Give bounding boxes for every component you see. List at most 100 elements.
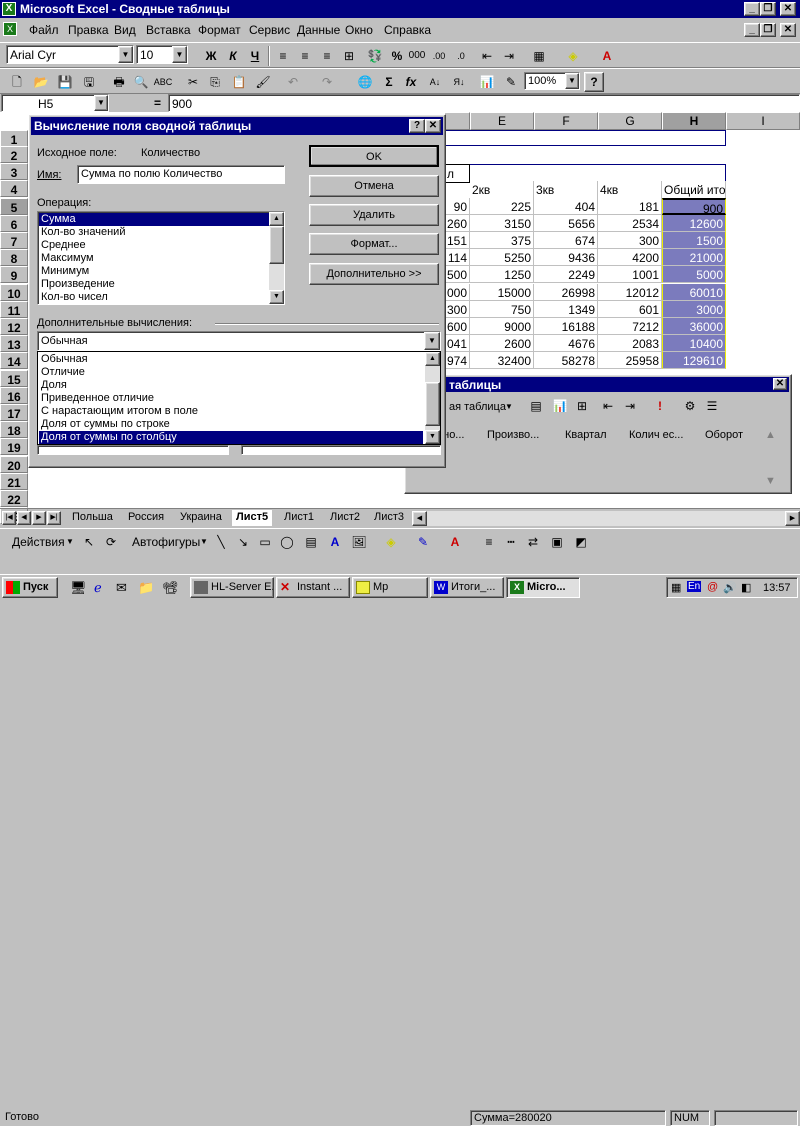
row-header-13[interactable]: 13 (0, 335, 28, 353)
chart-wizard-icon[interactable]: 📊 (476, 71, 498, 93)
menu-file[interactable]: Файл (29, 23, 59, 37)
pivot-field[interactable]: Колич ес... (629, 429, 683, 441)
sheet-tab-list2[interactable]: Лист2 (326, 510, 364, 526)
arrow-style-icon[interactable]: ⇄ (522, 531, 544, 553)
sort-asc-icon[interactable]: A↓ (424, 71, 446, 93)
outlook-icon[interactable]: ✉ (116, 580, 127, 596)
scroll-down-icon[interactable]: ▼ (269, 290, 284, 304)
cell-d14[interactable]: 974 (444, 352, 470, 370)
print-preview-icon[interactable]: 🔍 (130, 71, 152, 93)
wordart-icon[interactable]: A (324, 531, 346, 553)
cut-icon[interactable]: ✂ (182, 71, 204, 93)
cell-h6[interactable]: 12600 (662, 214, 726, 232)
cell-f9[interactable]: 2249 (534, 266, 598, 284)
scroll-up-icon[interactable]: ▲ (269, 212, 284, 226)
currency-icon[interactable]: 💱 (364, 45, 386, 67)
chevron-down-icon[interactable]: ▼ (424, 332, 440, 350)
task-instant[interactable]: ✕ Instant ... (276, 577, 350, 598)
cell-h12[interactable]: 36000 (662, 318, 726, 335)
autoshapes-menu[interactable]: Автофигуры (132, 535, 200, 549)
new-file-icon[interactable]: 🗋 (6, 71, 28, 93)
decrease-decimal-icon[interactable]: .0 (450, 45, 472, 67)
row-header-18[interactable]: 18 (0, 421, 28, 439)
cell-e5[interactable]: 225 (470, 197, 534, 215)
pivot-format-icon[interactable]: ▤ (525, 395, 547, 417)
excel-app-icon[interactable]: X (2, 2, 16, 16)
task-mp[interactable]: Mp (352, 577, 428, 598)
cell-f8[interactable]: 9436 (534, 249, 598, 267)
cell-h10[interactable]: 60010 (662, 283, 726, 301)
font-color-icon[interactable]: A (444, 531, 466, 553)
dash-style-icon[interactable]: ┅ (500, 531, 522, 553)
undo-icon[interactable]: ↶ (282, 71, 304, 93)
cell-d13[interactable]: 041 (444, 335, 470, 353)
rotate-icon[interactable]: ⟳ (100, 531, 122, 553)
cell-h11[interactable]: 3000 (662, 300, 726, 318)
menu-help[interactable]: Справка (384, 23, 431, 37)
font-name-select[interactable]: Arial Cyr ▼ (6, 45, 134, 64)
row-header-7[interactable]: 7 (0, 232, 28, 249)
hide-detail-icon[interactable]: ⇤ (597, 395, 619, 417)
bold-button[interactable]: Ж (200, 45, 222, 67)
cell-g9[interactable]: 1001 (598, 266, 662, 284)
cell-f6[interactable]: 5656 (534, 214, 598, 232)
more-button[interactable]: Дополнительно >> (309, 263, 439, 285)
operation-item[interactable]: Кол-во чисел (39, 291, 269, 304)
permission-icon[interactable]: 🖫 (78, 71, 100, 93)
cell-d3[interactable]: л (444, 164, 470, 183)
decrease-indent-icon[interactable]: ⇤ (476, 45, 498, 67)
open-folder-icon[interactable]: 📂 (30, 71, 52, 93)
additional-option[interactable]: Доля от суммы по столбцу (39, 431, 423, 444)
close-icon[interactable]: ✕ (425, 119, 441, 133)
menu-edit[interactable]: Правка (68, 23, 109, 37)
row-header-17[interactable]: 17 (0, 404, 28, 421)
ok-button[interactable]: OK (309, 145, 439, 167)
row-header-4[interactable]: 4 (0, 180, 28, 198)
line-color-icon[interactable]: ✎ (412, 531, 434, 553)
cell-h8[interactable]: 21000 (662, 249, 726, 267)
row-header-6[interactable]: 6 (0, 214, 28, 232)
formula-input[interactable]: 900 (168, 94, 800, 112)
name-box[interactable]: H5 ▼ (1, 94, 109, 112)
oval-icon[interactable]: ◯ (276, 531, 298, 553)
row-header-22[interactable]: 22 (0, 490, 28, 507)
additional-scrollbar[interactable]: ▲ ▼ (425, 352, 440, 444)
cell-g14[interactable]: 25958 (598, 352, 662, 370)
cancel-button[interactable]: Отмена (309, 175, 439, 197)
scroll-up-icon[interactable]: ▲ (765, 429, 776, 441)
operation-item[interactable]: Кол-во значений (39, 226, 269, 239)
field-settings-icon[interactable]: ⚙ (679, 395, 701, 417)
format-button[interactable]: Формат... (309, 233, 439, 255)
cell-h7[interactable]: 1500 (662, 232, 726, 249)
network-icon[interactable]: @ (707, 581, 718, 593)
pivot-menu-dropdown[interactable]: ая таблица (449, 401, 506, 413)
cell-h5[interactable]: 900 (662, 197, 726, 215)
close-icon[interactable]: ✕ (773, 378, 787, 390)
pivot-field[interactable]: Произво... (487, 429, 539, 441)
scroll-left-icon[interactable]: ◀ (412, 511, 427, 526)
scroll-thumb[interactable] (269, 226, 284, 264)
show-desktop-icon[interactable]: 🖥 (70, 580, 87, 596)
hyperlink-icon[interactable]: 🌐 (354, 71, 376, 93)
row-header-21[interactable]: 21 (0, 472, 28, 490)
cell-d6[interactable]: 260 (444, 214, 470, 232)
additional-option[interactable]: Обычная (39, 353, 423, 366)
print-icon[interactable]: 🖶 (108, 71, 130, 93)
task-excel[interactable]: X Micro... (506, 577, 580, 598)
delete-button[interactable]: Удалить (309, 204, 439, 226)
cell-f14[interactable]: 58278 (534, 352, 598, 370)
cell-h13[interactable]: 10400 (662, 335, 726, 353)
menu-view[interactable]: Вид (114, 23, 136, 37)
cell-d9[interactable]: 500 (444, 266, 470, 284)
operation-listbox[interactable]: Сумма Кол-во значений Среднее Максимум М… (37, 211, 285, 305)
function-button[interactable]: fx (400, 71, 422, 93)
chevron-down-icon[interactable]: ▼ (172, 46, 187, 63)
rectangle-icon[interactable]: ▭ (254, 531, 276, 553)
cell-d5[interactable]: 90 (444, 197, 470, 215)
operation-scrollbar[interactable]: ▲ ▼ (269, 212, 284, 304)
align-right-icon[interactable]: ≡ (316, 45, 338, 67)
cell-g5[interactable]: 181 (598, 197, 662, 215)
underline-button[interactable]: Ч (244, 45, 266, 67)
arrow-icon[interactable]: ↘ (232, 531, 254, 553)
language-indicator[interactable]: En (687, 581, 702, 592)
